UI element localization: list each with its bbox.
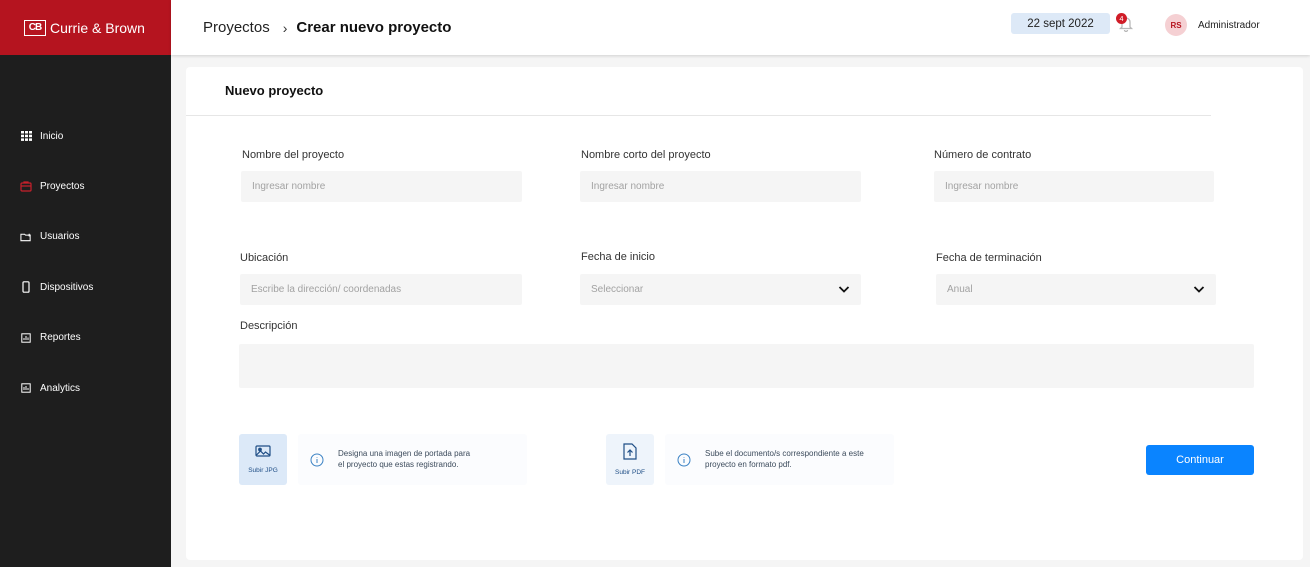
jpg-info-line-1: Designa una imagen de portada para xyxy=(338,449,471,459)
end-date-value: Anual xyxy=(947,284,973,295)
pdf-info-line-2: proyecto en formato pdf. xyxy=(705,459,792,469)
analytics-icon xyxy=(20,382,32,394)
chevron-down-icon xyxy=(838,284,850,294)
new-project-card: Nuevo proyecto Nombre del proyecto Nombr… xyxy=(186,67,1303,560)
description-textarea[interactable] xyxy=(239,344,1254,388)
page-title: Nuevo proyecto xyxy=(225,83,324,98)
sidebar-item-label: Inicio xyxy=(40,130,64,142)
breadcrumb: Proyectos › Crear nuevo proyecto xyxy=(203,19,451,36)
jpg-info-line-2: el proyecto que estas registrando. xyxy=(338,459,459,469)
info-icon xyxy=(310,453,324,467)
grid-icon xyxy=(20,130,32,142)
info-icon xyxy=(677,453,691,467)
contract-number-label: Número de contrato xyxy=(934,149,1032,161)
upload-pdf-button[interactable]: Subir PDF xyxy=(606,434,654,485)
sidebar-item-analytics[interactable]: Analytics xyxy=(0,363,171,413)
date-badge: 22 sept 2022 xyxy=(1011,13,1110,34)
sidebar-item-label: Reportes xyxy=(40,332,81,344)
sidebar-item-usuarios[interactable]: Usuarios xyxy=(0,212,171,262)
users-folder-icon xyxy=(20,231,32,243)
short-name-input[interactable] xyxy=(580,171,861,202)
start-date-value: Seleccionar xyxy=(591,284,644,295)
start-date-label: Fecha de inicio xyxy=(581,251,655,263)
sidebar-item-label: Usuarios xyxy=(40,231,80,243)
brand-name: Currie & Brown xyxy=(50,19,145,36)
chevron-down-icon xyxy=(1193,284,1205,294)
avatar[interactable]: RS xyxy=(1165,14,1187,36)
location-input[interactable] xyxy=(240,274,522,305)
brand-mark: CB xyxy=(24,19,46,36)
sidebar-item-label: Proyectos xyxy=(40,181,85,193)
project-name-input[interactable] xyxy=(241,171,522,202)
sidebar-item-proyectos[interactable]: Proyectos xyxy=(0,161,171,211)
image-icon xyxy=(255,445,271,463)
projects-icon xyxy=(20,181,32,193)
sidebar: CB Currie & Brown Inicio Proyectos Usuar… xyxy=(0,0,171,567)
upload-jpg-label: Subir JPG xyxy=(248,467,278,474)
pdf-info-line-1: Sube el documento/s correspondiente a es… xyxy=(705,449,864,459)
upload-jpg-button[interactable]: Subir JPG xyxy=(239,434,287,485)
description-label: Descripción xyxy=(240,320,298,332)
sidebar-item-label: Dispositivos xyxy=(40,281,94,293)
project-name-label: Nombre del proyecto xyxy=(242,149,345,161)
brand-logo[interactable]: CB Currie & Brown xyxy=(0,0,171,55)
end-date-select[interactable]: Anual xyxy=(936,274,1216,305)
file-upload-icon xyxy=(623,443,637,465)
short-name-label: Nombre corto del proyecto xyxy=(581,149,711,161)
pdf-info-text: Sube el documento/s correspondiente a es… xyxy=(705,449,885,470)
end-date-label: Fecha de terminación xyxy=(936,252,1042,264)
user-name[interactable]: Administrador xyxy=(1198,20,1260,31)
divider xyxy=(186,115,1211,116)
breadcrumb-separator: › xyxy=(282,19,288,36)
upload-pdf-label: Subir PDF xyxy=(615,469,645,476)
contract-number-input[interactable] xyxy=(934,171,1214,202)
sidebar-item-label: Analytics xyxy=(40,382,81,394)
sidebar-item-reportes[interactable]: Reportes xyxy=(0,313,171,363)
continue-button[interactable]: Continuar xyxy=(1146,445,1254,475)
sidebar-item-dispositivos[interactable]: Dispositivos xyxy=(0,262,171,312)
sidebar-nav: Inicio Proyectos Usuarios Dispositivos R… xyxy=(0,111,171,413)
jpg-info-box: Designa una imagen de portada para el pro… xyxy=(298,434,527,485)
start-date-select[interactable]: Seleccionar xyxy=(580,274,861,305)
sidebar-item-inicio[interactable]: Inicio xyxy=(0,111,171,161)
top-header: Proyectos › Crear nuevo proyecto 22 sept… xyxy=(171,0,1310,55)
breadcrumb-current: Crear nuevo proyecto xyxy=(296,19,452,36)
jpg-info-text: Designa una imagen de portada para el pro… xyxy=(338,449,498,470)
breadcrumb-parent[interactable]: Proyectos xyxy=(203,19,270,36)
notification-badge: 4 xyxy=(1116,13,1127,24)
location-label: Ubicación xyxy=(240,252,289,264)
report-icon xyxy=(20,332,32,344)
device-icon xyxy=(20,281,32,294)
pdf-info-box: Sube el documento/s correspondiente a es… xyxy=(665,434,894,485)
